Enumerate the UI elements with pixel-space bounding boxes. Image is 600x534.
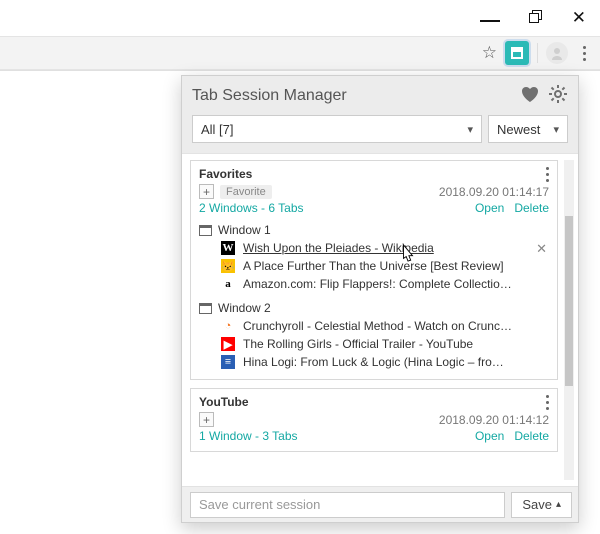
session-list: Favorites + Favorite 2018.09.20 01:14:17 2 W… bbox=[182, 154, 578, 486]
bookmark-star[interactable]: ☆ bbox=[482, 43, 497, 63]
browser-menu[interactable] bbox=[576, 46, 592, 61]
favicon: W bbox=[221, 241, 235, 255]
page-canvas: Tab Session Manager All [7] ▾ Newest bbox=[0, 70, 600, 534]
tab-row[interactable]: ≡ Hina Logi: From Luck & Logic (Hina Logi… bbox=[199, 353, 549, 371]
filter-label: All [7] bbox=[201, 122, 234, 137]
tab-title: Hina Logi: From Luck & Logic (Hina Logic… bbox=[243, 355, 513, 369]
tab-row[interactable]: ◔ Crunchyroll - Celestial Method - Watch … bbox=[199, 317, 549, 335]
window-icon bbox=[199, 225, 212, 236]
session-summary: 1 Window - 3 Tabs bbox=[199, 429, 298, 443]
favicon: 😾 bbox=[221, 259, 235, 273]
delete-link[interactable]: Delete bbox=[514, 201, 549, 215]
add-tag-button[interactable]: + bbox=[199, 184, 214, 199]
scrollbar[interactable] bbox=[564, 160, 574, 480]
add-tag-button[interactable]: + bbox=[199, 412, 214, 427]
extension-popup: Tab Session Manager All [7] ▾ Newest bbox=[181, 75, 579, 523]
tab-row[interactable]: ▶ The Rolling Girls - Official Trailer - … bbox=[199, 335, 549, 353]
session-menu[interactable] bbox=[546, 395, 549, 410]
tab-row[interactable]: a Amazon.com: Flip Flappers!: Complete Co… bbox=[199, 275, 549, 293]
profile-avatar[interactable] bbox=[546, 42, 568, 64]
chevron-down-icon: ▾ bbox=[553, 123, 559, 136]
favicon: ≡ bbox=[221, 355, 235, 369]
favicon: a bbox=[221, 277, 235, 291]
tab-title: The Rolling Girls - Official Trailer - Y… bbox=[243, 337, 473, 351]
window-row[interactable]: Window 1 bbox=[199, 223, 549, 237]
save-button[interactable]: Save ▴ bbox=[511, 492, 572, 518]
session-menu[interactable] bbox=[546, 167, 549, 182]
maximize-button[interactable] bbox=[530, 12, 542, 24]
chevron-up-icon: ▴ bbox=[556, 499, 561, 510]
popup-footer: Save ▴ bbox=[182, 486, 578, 522]
browser-toolbar: ☆ bbox=[0, 36, 600, 70]
window-controls: ✕ bbox=[0, 0, 600, 36]
close-tab-icon[interactable]: ✕ bbox=[536, 241, 547, 257]
favorites-icon[interactable] bbox=[520, 85, 540, 106]
session-name-input[interactable] bbox=[190, 492, 505, 518]
tab-title: A Place Further Than the Universe [Best … bbox=[243, 259, 504, 273]
open-link[interactable]: Open bbox=[475, 429, 504, 443]
session-timestamp: 2018.09.20 01:14:17 bbox=[439, 185, 549, 199]
window-label: Window 2 bbox=[218, 301, 271, 315]
sort-label: Newest bbox=[497, 122, 540, 137]
popup-title: Tab Session Manager bbox=[192, 87, 347, 105]
settings-icon[interactable] bbox=[548, 84, 568, 107]
session-title: Favorites bbox=[199, 167, 252, 181]
minimize-button[interactable] bbox=[480, 20, 500, 22]
sort-select[interactable]: Newest ▾ bbox=[488, 115, 568, 143]
tab-row[interactable]: 😾 A Place Further Than the Universe [Best… bbox=[199, 257, 549, 275]
filter-select[interactable]: All [7] ▾ bbox=[192, 115, 482, 143]
session-title: YouTube bbox=[199, 395, 249, 409]
separator bbox=[537, 43, 538, 63]
favicon: ◔ bbox=[221, 319, 235, 333]
extension-icon[interactable] bbox=[505, 41, 529, 65]
window-label: Window 1 bbox=[218, 223, 271, 237]
delete-link[interactable]: Delete bbox=[514, 429, 549, 443]
popup-header: Tab Session Manager All [7] ▾ Newest bbox=[182, 76, 578, 154]
session-card: YouTube +2018.09.20 01:14:12 1 Window - 3 … bbox=[190, 388, 558, 452]
tab-row[interactable]: W Wish Upon the Pleiades - Wikipedia ✕ bbox=[199, 239, 549, 257]
scrollbar-thumb[interactable] bbox=[565, 216, 573, 386]
tab-title: Amazon.com: Flip Flappers!: Complete Col… bbox=[243, 277, 513, 291]
window-row[interactable]: Window 2 bbox=[199, 301, 549, 315]
session-summary: 2 Windows - 6 Tabs bbox=[199, 201, 304, 215]
session-card: Favorites + Favorite 2018.09.20 01:14:17 2 W… bbox=[190, 160, 558, 380]
tab-title: Crunchyroll - Celestial Method - Watch o… bbox=[243, 319, 513, 333]
session-timestamp: 2018.09.20 01:14:12 bbox=[439, 413, 549, 427]
favicon: ▶ bbox=[221, 337, 235, 351]
tab-title: Wish Upon the Pleiades - Wikipedia bbox=[243, 241, 434, 255]
favorite-badge: Favorite bbox=[220, 185, 272, 199]
open-link[interactable]: Open bbox=[475, 201, 504, 215]
window-icon bbox=[199, 303, 212, 314]
close-button[interactable]: ✕ bbox=[572, 8, 586, 28]
chevron-down-icon: ▾ bbox=[467, 123, 473, 136]
